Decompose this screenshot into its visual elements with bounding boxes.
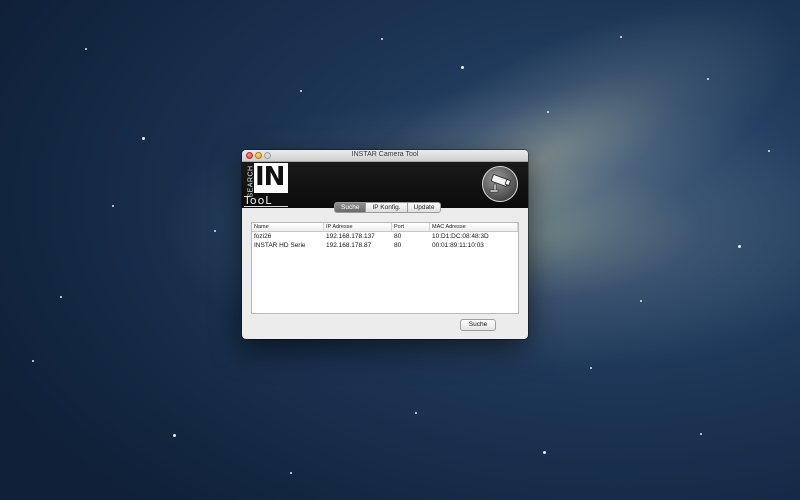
cell-mac: 00:01:89:11:10:03 bbox=[432, 242, 484, 249]
window-title: INSTAR Camera Tool bbox=[351, 151, 419, 158]
star bbox=[620, 36, 622, 38]
column-header-mac[interactable]: MAC Adresse bbox=[430, 223, 518, 231]
star bbox=[547, 111, 549, 113]
table-row[interactable]: fozi26 192.168.178.137 80 10:D1:DC:08:48… bbox=[252, 232, 518, 241]
star bbox=[85, 48, 87, 50]
cell-name: INSTAR HD Serie bbox=[254, 242, 306, 249]
search-button[interactable]: Suche bbox=[460, 319, 496, 331]
star bbox=[415, 412, 417, 414]
star bbox=[32, 360, 34, 362]
column-header-port[interactable]: Port bbox=[392, 223, 430, 231]
star bbox=[300, 90, 302, 92]
app-window: INSTAR Camera Tool IN SEARCH TooL Suche … bbox=[242, 150, 528, 339]
star bbox=[142, 137, 145, 140]
tab-ip-konfig[interactable]: IP Konfig. bbox=[366, 202, 408, 213]
logo-underline bbox=[244, 206, 288, 207]
star bbox=[214, 230, 216, 232]
star bbox=[112, 205, 114, 207]
star bbox=[461, 66, 464, 69]
star bbox=[768, 150, 770, 152]
star bbox=[60, 296, 62, 298]
table-row[interactable]: INSTAR HD Serie 192.168.178.87 80 00:01:… bbox=[252, 241, 518, 250]
star bbox=[290, 472, 292, 474]
cell-port: 80 bbox=[394, 242, 402, 249]
star bbox=[173, 434, 176, 437]
tab-update[interactable]: Update bbox=[407, 202, 442, 213]
table-header: Name IP Adresse Port MAC Adresse bbox=[252, 223, 518, 232]
star bbox=[381, 38, 383, 40]
column-header-ip[interactable]: IP Adresse bbox=[324, 223, 392, 231]
star bbox=[543, 451, 546, 454]
star bbox=[700, 433, 702, 435]
star bbox=[707, 78, 709, 80]
cell-port: 80 bbox=[394, 233, 402, 240]
app-logo: IN SEARCH TooL bbox=[242, 162, 290, 208]
tab-bar: Suche IP Konfig. Update bbox=[334, 202, 442, 213]
star bbox=[590, 367, 592, 369]
cell-ip: 192.168.178.137 bbox=[326, 233, 375, 240]
cell-mac: 10:D1:DC:08:48:3D bbox=[432, 233, 489, 240]
camera-table[interactable]: Name IP Adresse Port MAC Adresse fozi26 … bbox=[251, 222, 519, 314]
column-header-name[interactable]: Name bbox=[252, 223, 324, 231]
logo-search-text: SEARCH bbox=[247, 165, 255, 198]
title-bar[interactable]: INSTAR Camera Tool bbox=[242, 150, 528, 162]
cell-name: fozi26 bbox=[254, 233, 272, 240]
logo-in-text: IN bbox=[255, 162, 285, 192]
security-camera-icon bbox=[482, 166, 518, 202]
cell-ip: 192.168.178.87 bbox=[326, 242, 372, 249]
tab-suche[interactable]: Suche bbox=[334, 202, 367, 213]
star bbox=[640, 300, 642, 302]
star bbox=[738, 245, 741, 248]
